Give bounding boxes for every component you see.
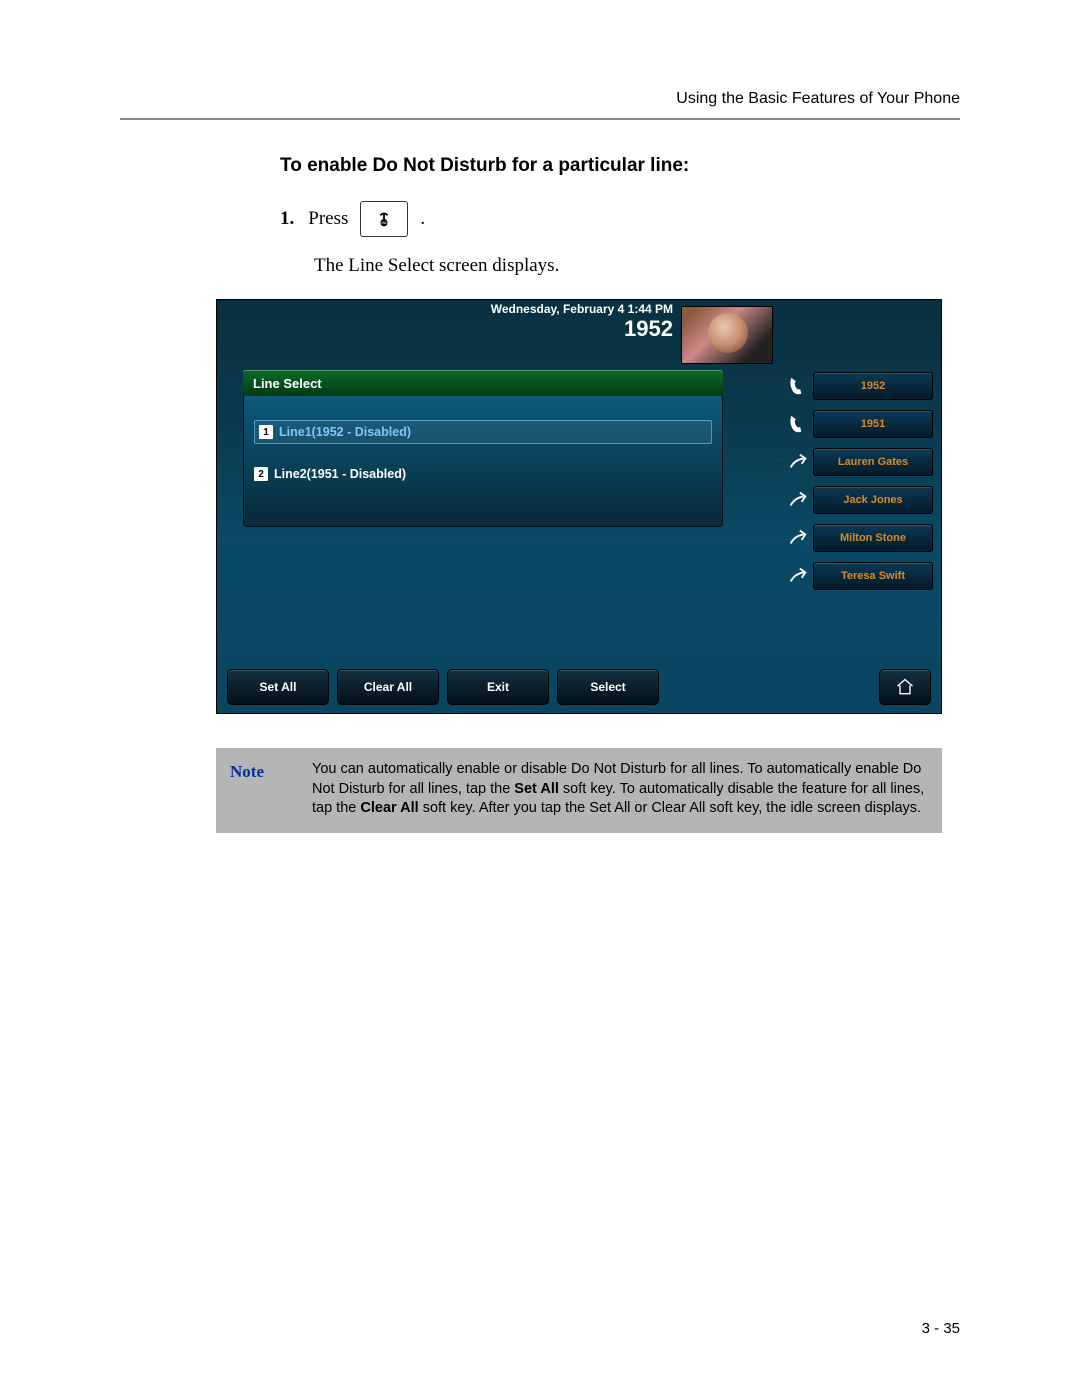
note-bold-set-all: Set All [514,781,559,797]
speed-dial-icon [783,489,813,511]
speed-dial-icon [783,451,813,473]
line-index-badge: 1 [259,425,273,439]
softkey-label: Milton Stone [813,524,933,552]
line-row-1[interactable]: 1 Line1(1952 - Disabled) [254,420,712,444]
line-label: Line1(1952 - Disabled) [279,425,411,439]
note-bold-clear-all: Clear All [360,800,418,816]
svg-text:DND: DND [380,221,389,225]
softkey-set-all[interactable]: Set All [227,669,329,705]
step-suffix: . [420,208,425,230]
dnd-button-icon: DND [360,201,408,237]
note-body: You can automatically enable or disable … [308,748,942,833]
speed-dial-milton-stone[interactable]: Milton Stone [783,524,933,552]
softkey-row: Set All Clear All Exit Select [227,669,931,705]
note-text-part: soft key. After you tap the Set All or C… [419,800,921,816]
speed-dial-icon [783,527,813,549]
header-rule [120,118,960,120]
softkey-home[interactable] [879,669,931,705]
running-header: Using the Basic Features of Your Phone [676,90,960,108]
line-key-1951[interactable]: 1951 [783,410,933,438]
step-number: 1. [280,208,294,230]
section-heading: To enable Do Not Disturb for a particula… [280,155,960,177]
speed-dial-icon [783,565,813,587]
speed-dial-teresa-swift[interactable]: Teresa Swift [783,562,933,590]
speed-dial-jack-jones[interactable]: Jack Jones [783,486,933,514]
softkey-label: Jack Jones [813,486,933,514]
line-key-1952[interactable]: 1952 [783,372,933,400]
home-icon [895,677,915,697]
speed-dial-lauren-gates[interactable]: Lauren Gates [783,448,933,476]
softkey-select[interactable]: Select [557,669,659,705]
line-row-2[interactable]: 2 Line2(1951 - Disabled) [254,462,712,486]
line-select-panel: Line Select 1 Line1(1952 - Disabled) 2 L… [243,370,723,527]
softkey-label: Lauren Gates [813,448,933,476]
panel-title: Line Select [243,370,723,396]
softkey-label: 1951 [813,410,933,438]
note-label: Note [216,748,308,833]
step-verb: Press [308,208,348,230]
note-callout: Note You can automatically enable or dis… [216,748,942,833]
line-index-badge: 2 [254,467,268,481]
page-number: 3 - 35 [922,1320,960,1337]
right-softkey-column: 1952 1951 Lauren Gates Jack Jones Milton… [783,372,933,590]
handset-icon [783,413,813,435]
line-label: Line2(1951 - Disabled) [274,467,406,481]
phone-screenshot: Wednesday, February 4 1:44 PM 1952 Line … [216,299,942,714]
softkey-label: Teresa Swift [813,562,933,590]
step-1: 1. Press DND . [280,201,960,237]
step-subtext: The Line Select screen displays. [314,255,960,277]
screenshot-extension: 1952 [624,316,673,342]
softkey-label: 1952 [813,372,933,400]
handset-icon [783,375,813,397]
video-self-view [681,306,773,364]
softkey-clear-all[interactable]: Clear All [337,669,439,705]
screenshot-datetime: Wednesday, February 4 1:44 PM [491,302,673,316]
softkey-exit[interactable]: Exit [447,669,549,705]
